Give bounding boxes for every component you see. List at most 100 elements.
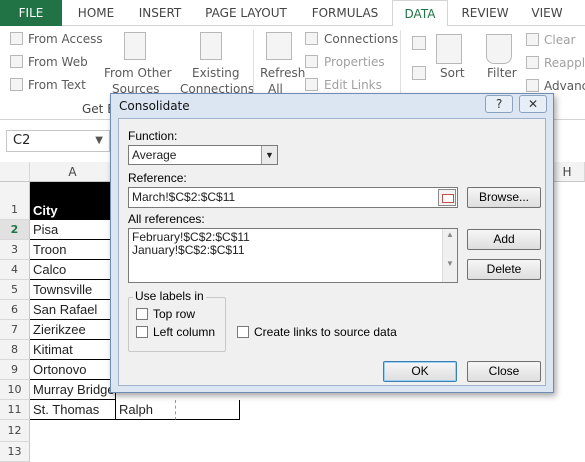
existing-connections-button[interactable]: Existing [192, 66, 240, 80]
chevron-down-icon[interactable]: ▼ [95, 131, 103, 151]
sort-za-icon [412, 66, 426, 80]
browse-button[interactable]: Browse... [467, 187, 541, 208]
text-file-icon [10, 78, 23, 91]
cell-a9[interactable]: Ortonovo [30, 360, 116, 380]
row-header-1[interactable]: 1 [0, 182, 30, 220]
sort-icon [436, 34, 462, 64]
row-header-9[interactable]: 9 [0, 360, 30, 380]
function-select[interactable]: Average ▼ [128, 145, 278, 165]
connections-button[interactable]: Connections [324, 32, 398, 46]
reapply-button[interactable]: Reapply [544, 56, 585, 70]
refresh-icon [266, 32, 292, 60]
tab-home[interactable]: HOME [68, 0, 124, 26]
row-header-3[interactable]: 3 [0, 240, 30, 260]
tab-review[interactable]: REVIEW [454, 0, 516, 26]
left-column-checkbox[interactable] [136, 326, 148, 338]
chevron-down-icon[interactable]: ▼ [261, 146, 277, 164]
cell-a11[interactable]: St. Thomas [30, 400, 116, 420]
scroll-down-icon[interactable]: ▼ [443, 258, 457, 270]
consolidate-dialog: Consolidate ? ✕ Function: Average ▼ Refe… [110, 93, 554, 393]
reference-input[interactable]: March!$C$2:$C$11 [128, 187, 458, 208]
sort-button[interactable]: Sort [440, 66, 465, 80]
all-references-list[interactable]: February!$C$2:$C$11 January!$C$2:$C$11 ▲… [128, 228, 458, 283]
row-header-10[interactable]: 10 [0, 380, 30, 400]
cell-a7[interactable]: Zierikzee [30, 320, 116, 340]
from-other-sources-button[interactable]: From Other [104, 66, 172, 80]
close-button[interactable]: Close [467, 361, 541, 382]
row-header-2[interactable]: 2 [0, 220, 30, 240]
reference-value: March!$C$2:$C$11 [132, 190, 236, 204]
row-header-11[interactable]: 11 [0, 400, 30, 420]
cell-a4[interactable]: Calco [30, 260, 116, 280]
cell-a10[interactable]: Murray Bridge [30, 380, 116, 400]
cell-c11[interactable] [176, 400, 240, 420]
row-header-5[interactable]: 5 [0, 280, 30, 300]
tab-formulas[interactable]: FORMULAS [302, 0, 388, 26]
cell-a5[interactable]: Townsville [30, 280, 116, 300]
use-labels-in-label: Use labels in [133, 289, 206, 303]
ok-button[interactable]: OK [383, 361, 457, 382]
edit-links-button[interactable]: Edit Links [324, 78, 382, 92]
scroll-up-icon[interactable]: ▲ [443, 229, 457, 241]
ribbon-tabs: FILE HOME INSERT PAGE LAYOUT FORMULAS DA… [0, 0, 585, 27]
existing-connections-icon [200, 32, 222, 60]
access-icon [10, 32, 23, 45]
all-references-label: All references: [128, 212, 205, 226]
advanced-icon [526, 79, 539, 92]
tab-file[interactable]: FILE [0, 0, 62, 26]
help-icon[interactable]: ? [485, 95, 514, 113]
row-header-6[interactable]: 6 [0, 300, 30, 320]
row-header-12[interactable]: 12 [0, 420, 30, 442]
add-button[interactable]: Add [467, 229, 541, 250]
tab-data[interactable]: DATA [392, 0, 448, 27]
left-column-label[interactable]: Left column [153, 325, 215, 339]
cell-a6[interactable]: San Rafael [30, 300, 116, 320]
properties-icon [305, 55, 318, 68]
create-links-checkbox[interactable] [237, 326, 249, 338]
refresh-all-button[interactable]: Refresh [260, 66, 305, 80]
select-all-corner[interactable] [0, 162, 30, 182]
top-row-checkbox[interactable] [136, 308, 148, 320]
filter-button[interactable]: Filter [487, 66, 517, 80]
name-box[interactable]: C2 ▼ [6, 130, 110, 152]
function-value: Average [132, 148, 177, 162]
tab-insert[interactable]: INSERT [128, 0, 192, 26]
top-row-label[interactable]: Top row [153, 307, 195, 321]
clear-filter-icon [526, 33, 539, 46]
connections-icon [305, 32, 318, 45]
clear-button[interactable]: Clear [544, 33, 575, 47]
advanced-button[interactable]: Advanc [544, 79, 585, 93]
cell-a2[interactable]: Pisa [30, 220, 116, 240]
list-item[interactable]: January!$C$2:$C$11 [129, 244, 457, 257]
properties-button[interactable]: Properties [324, 55, 385, 69]
sort-az-icon [412, 36, 426, 50]
other-sources-icon [124, 32, 146, 60]
row-header-7[interactable]: 7 [0, 320, 30, 340]
from-access-button[interactable]: From Access [28, 32, 103, 46]
cell-a3[interactable]: Troon [30, 240, 116, 260]
column-header-h[interactable]: H [550, 162, 585, 182]
row-header-13[interactable]: 13 [0, 442, 30, 462]
delete-button[interactable]: Delete [467, 259, 541, 280]
function-label: Function: [128, 129, 178, 143]
cell-a8[interactable]: Kitimat [30, 340, 116, 360]
reference-label: Reference: [128, 171, 187, 185]
collapse-dialog-icon[interactable] [438, 189, 456, 206]
create-links-label[interactable]: Create links to source data [254, 325, 397, 339]
list-scrollbar[interactable]: ▲ ▼ [442, 229, 457, 282]
web-icon [10, 55, 23, 68]
cell-a1[interactable]: City [30, 182, 116, 220]
name-box-value: C2 [13, 133, 31, 148]
from-web-button[interactable]: From Web [28, 55, 88, 69]
column-header-a[interactable]: A [30, 162, 116, 182]
reapply-icon [526, 56, 539, 69]
row-header-4[interactable]: 4 [0, 260, 30, 280]
tab-view[interactable]: VIEW [522, 0, 572, 26]
from-text-button[interactable]: From Text [28, 78, 86, 92]
edit-links-icon [305, 78, 318, 91]
tab-page-layout[interactable]: PAGE LAYOUT [196, 0, 296, 26]
close-icon[interactable]: ✕ [519, 95, 547, 113]
dialog-body: Function: Average ▼ Reference: March!$C$… [118, 118, 546, 386]
cell-b11[interactable]: Ralph [116, 400, 176, 420]
row-header-8[interactable]: 8 [0, 340, 30, 360]
